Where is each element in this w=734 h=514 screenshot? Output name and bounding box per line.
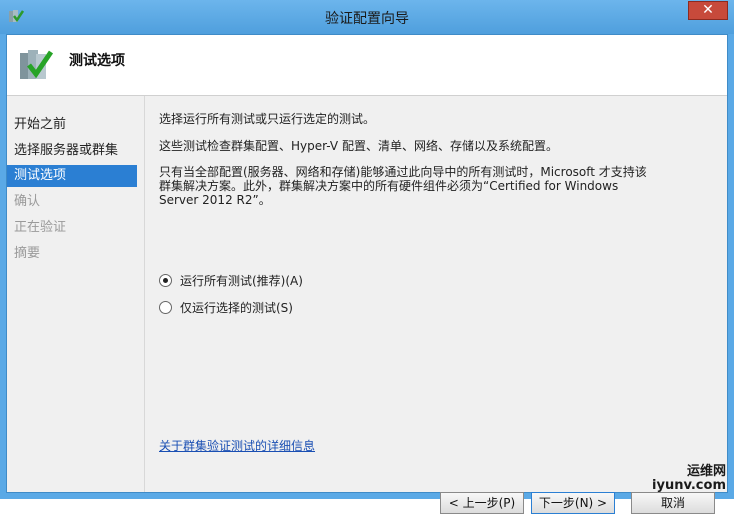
nav-step-validating: 正在验证 xyxy=(14,220,67,235)
watermark-line1: 运维网 xyxy=(686,464,726,479)
cancel-button[interactable]: 取消 xyxy=(631,492,715,514)
support-note-line2: 群集解决方案。此外，群集解决方案中的所有硬件组件必须为“Certified fo… xyxy=(159,179,619,193)
radio-button[interactable] xyxy=(159,301,172,314)
intro-text: 选择运行所有测试或只运行选定的测试。 xyxy=(159,112,376,126)
wizard-content: 测试选项 开始之前 选择服务器或群集 测试选项 确认 正在验证 摘要 选择运行所… xyxy=(6,34,728,514)
window-title: 验证配置向导 xyxy=(325,11,409,27)
title-bar[interactable]: 验证配置向导 ✕ xyxy=(0,0,734,34)
next-button[interactable]: 下一步(N) > xyxy=(531,492,615,514)
radio-button-checked[interactable] xyxy=(159,274,172,287)
run-all-tests-label: 运行所有测试(推荐)(A) xyxy=(180,274,303,288)
description-text: 这些测试检查群集配置、Hyper-V 配置、清单、网络、存储以及系统配置。 xyxy=(159,139,558,153)
page-title: 测试选项 xyxy=(69,53,125,69)
nav-step-select-servers[interactable]: 选择服务器或群集 xyxy=(7,140,137,162)
run-selected-tests-option[interactable]: 仅运行选择的测试(S) xyxy=(159,299,293,317)
nav-step-summary: 摘要 xyxy=(14,246,41,261)
close-button[interactable]: ✕ xyxy=(688,1,728,20)
run-selected-tests-label: 仅运行选择的测试(S) xyxy=(180,301,293,315)
wizard-window: 验证配置向导 ✕ 测试选项 开始之前 选择服务器或群集 测试选项 确认 正在验证… xyxy=(0,0,734,514)
run-all-tests-option[interactable]: 运行所有测试(推荐)(A) xyxy=(159,272,303,290)
watermark-line2: iyunv.com xyxy=(652,478,726,493)
more-info-link[interactable]: 关于群集验证测试的详细信息 xyxy=(159,437,315,454)
main-panel: 选择运行所有测试或只运行选定的测试。 这些测试检查群集配置、Hyper-V 配置… xyxy=(159,96,719,492)
previous-button[interactable]: < 上一步(P) xyxy=(440,492,524,514)
support-note-line1: 只有当全部配置(服务器、网络和存储)能够通过此向导中的所有测试时，Microso… xyxy=(159,165,647,179)
nav-step-before-you-begin[interactable]: 开始之前 xyxy=(7,114,137,136)
wizard-steps-nav: 开始之前 选择服务器或群集 测试选项 确认 正在验证 摘要 xyxy=(7,96,143,492)
cluster-validation-checkmark-icon xyxy=(20,50,54,79)
close-icon: ✕ xyxy=(702,2,714,18)
nav-step-testing-options[interactable]: 测试选项 xyxy=(7,165,137,187)
wizard-header: 测试选项 xyxy=(7,35,727,96)
support-note-line3: Server 2012 R2”。 xyxy=(159,193,271,207)
wizard-body: 开始之前 选择服务器或群集 测试选项 确认 正在验证 摘要 选择运行所有测试或只… xyxy=(7,96,727,514)
site-watermark: 运维网 iyunv.com xyxy=(652,465,726,493)
nav-divider xyxy=(144,96,145,492)
nav-step-confirmation: 确认 xyxy=(14,194,41,209)
